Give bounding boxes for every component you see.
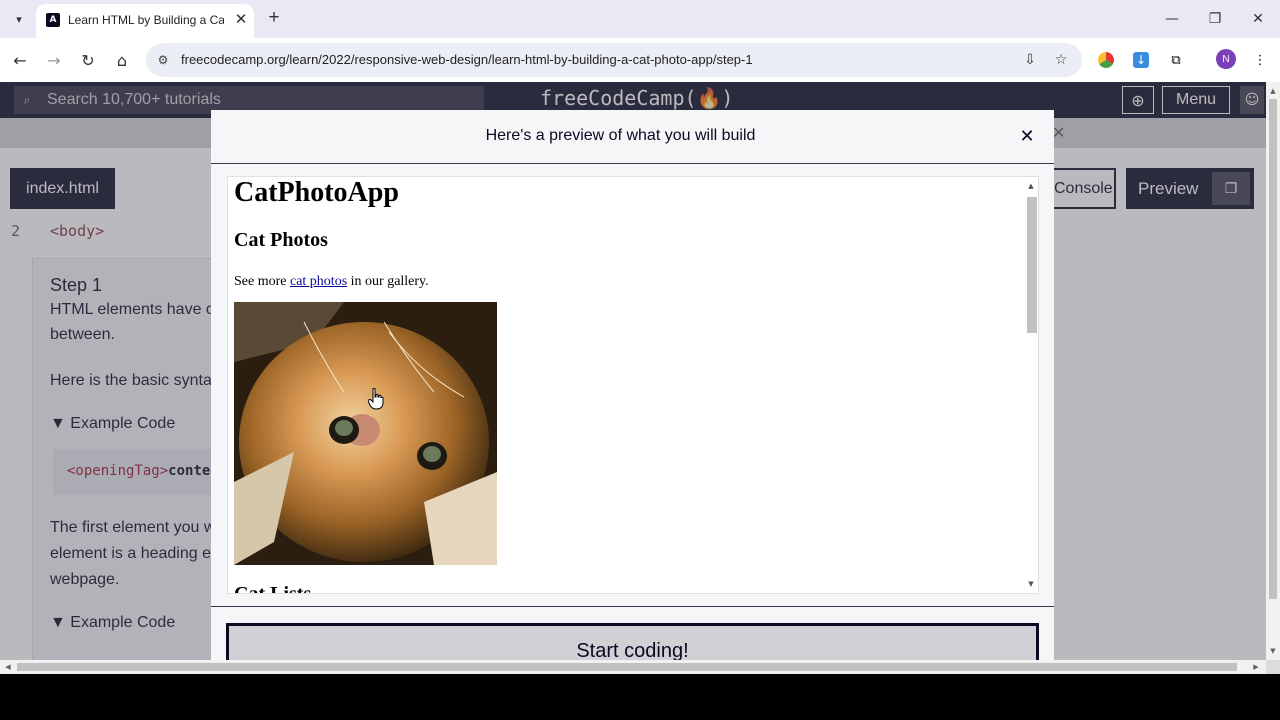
preview-modal: Here's a preview of what you will build …	[211, 110, 1054, 660]
address-bar[interactable]: ⚙ freecodecamp.org/learn/2022/responsive…	[146, 43, 1082, 77]
preview-heading-h2: Cat Photos	[234, 229, 328, 251]
preview-scroll-up-icon[interactable]: ▲	[1026, 181, 1036, 191]
fcc-favicon-icon: A	[46, 13, 60, 27]
tab-title: Learn HTML by Building a Cat Photo App	[68, 13, 224, 27]
download-extension-icon[interactable]: ↓	[1133, 52, 1149, 68]
preview-scroll-down-icon[interactable]: ▼	[1026, 579, 1036, 589]
modal-header: Here's a preview of what you will build …	[211, 110, 1054, 164]
preview-text-after: in our gallery.	[347, 274, 429, 289]
forward-button[interactable]: →	[42, 48, 66, 72]
scrollbar-corner	[1266, 660, 1280, 674]
browser-toolbar: ← → ↻ ⌂ ⚙ freecodecamp.org/learn/2022/re…	[0, 38, 1280, 82]
start-coding-label: Start coding!	[576, 640, 689, 660]
page-vertical-scrollbar[interactable]: ▲ ▼	[1266, 82, 1280, 660]
screen: ▾ A Learn HTML by Building a Cat Photo A…	[0, 0, 1280, 720]
extensions-puzzle-icon[interactable]: ⧉	[1166, 50, 1186, 70]
browser-menu-icon[interactable]: ⋮	[1250, 50, 1270, 70]
cat-illustration	[234, 302, 497, 565]
preview-heading-cat-lists: Cat Lists	[234, 583, 312, 594]
reload-button[interactable]: ↻	[76, 48, 100, 72]
new-tab-button[interactable]: +	[263, 7, 285, 29]
fcc-page: ⌕ Search 10,700+ tutorials freeCodeCamp(…	[0, 82, 1266, 660]
url-text[interactable]: freecodecamp.org/learn/2022/responsive-w…	[181, 52, 753, 67]
hand-cursor-icon	[368, 388, 384, 410]
restore-button[interactable]: ❐	[1204, 8, 1226, 30]
browser-tab[interactable]: A Learn HTML by Building a Cat Photo App…	[36, 4, 254, 38]
window-close-button[interactable]: ✕	[1247, 8, 1269, 30]
tab-close-icon[interactable]: ✕	[232, 10, 250, 28]
site-info-icon[interactable]: ⚙	[154, 51, 172, 69]
page-horizontal-scrollbar[interactable]: ◀ ▶	[0, 660, 1266, 674]
minimize-button[interactable]: —	[1161, 8, 1183, 30]
scroll-left-icon[interactable]: ◀	[2, 661, 14, 673]
preview-scrollbar[interactable]: ▲ ▼	[1024, 177, 1038, 593]
home-button[interactable]: ⌂	[110, 48, 134, 72]
tab-search-chevron-icon[interactable]: ▾	[8, 8, 30, 30]
preview-iframe[interactable]: CatPhotoApp Cat Photos See more cat phot…	[227, 176, 1039, 594]
profile-avatar[interactable]: N	[1216, 49, 1236, 69]
preview-paragraph: See more cat photos in our gallery.	[234, 274, 429, 290]
scroll-down-icon[interactable]: ▼	[1267, 645, 1279, 657]
modal-divider	[211, 606, 1054, 607]
back-button[interactable]: ←	[8, 48, 32, 72]
modal-title: Here's a preview of what you will build	[485, 127, 756, 144]
cat-photos-link[interactable]: cat photos	[290, 274, 347, 289]
color-extension-icon[interactable]	[1098, 52, 1114, 68]
preview-heading-h1: CatPhotoApp	[234, 177, 399, 208]
install-app-icon[interactable]: ⇩	[1020, 50, 1040, 70]
preview-scroll-thumb[interactable]	[1027, 197, 1037, 333]
scroll-up-icon[interactable]: ▲	[1267, 85, 1279, 97]
browser-tab-strip: ▾ A Learn HTML by Building a Cat Photo A…	[0, 0, 1280, 38]
start-coding-button[interactable]: Start coding!	[226, 623, 1039, 660]
page-vertical-thumb[interactable]	[1269, 99, 1277, 599]
preview-text-before: See more	[234, 274, 290, 289]
page-horizontal-thumb[interactable]	[17, 663, 1237, 671]
bookmark-star-icon[interactable]: ☆	[1051, 50, 1071, 70]
scroll-right-icon[interactable]: ▶	[1250, 661, 1262, 673]
modal-close-icon[interactable]: ✕	[1016, 125, 1038, 147]
cat-photo-image[interactable]	[234, 302, 497, 565]
